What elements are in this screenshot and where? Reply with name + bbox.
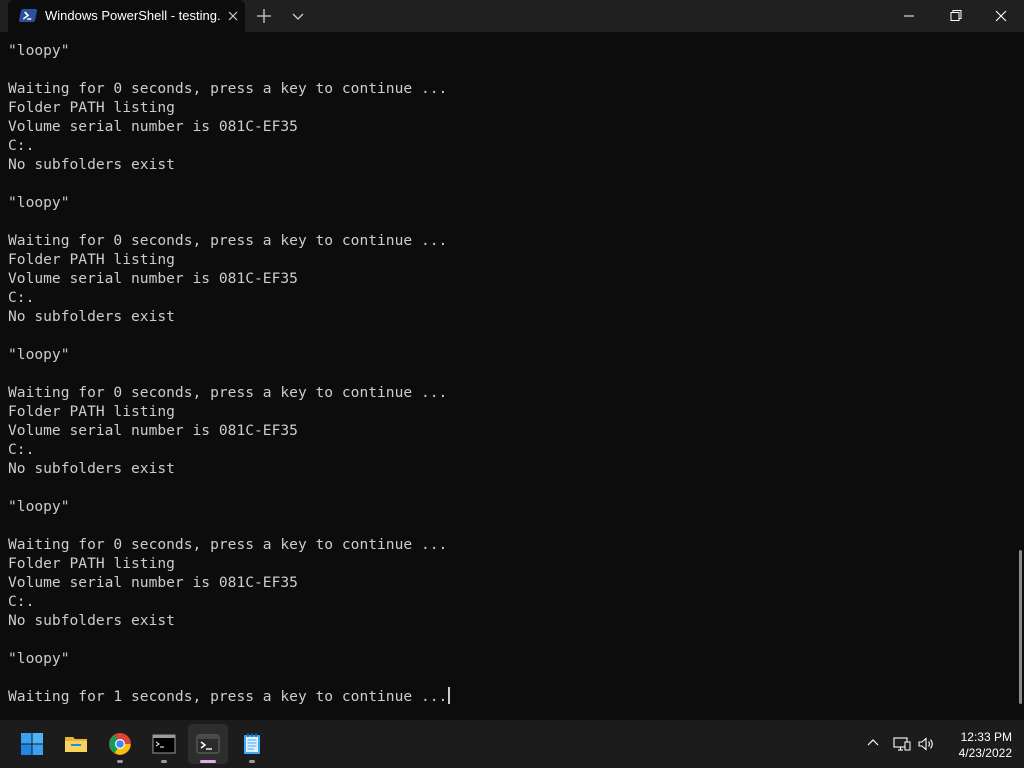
- taskbar-chrome[interactable]: [100, 724, 140, 764]
- chrome-icon: [109, 733, 131, 755]
- windows-start-icon: [21, 733, 43, 755]
- terminal-line: Waiting for 0 seconds, press a key to co…: [8, 535, 450, 554]
- start-button[interactable]: [12, 724, 52, 764]
- terminal-line: Volume serial number is 081C-EF35: [8, 117, 450, 136]
- folder-icon: [65, 737, 87, 752]
- terminal-line-text: "loopy": [8, 194, 70, 211]
- terminal-icon: [196, 734, 220, 754]
- terminal-line-text: Folder PATH listing: [8, 403, 175, 420]
- scrollbar-thumb[interactable]: [1019, 550, 1022, 704]
- terminal-line-text: Volume serial number is 081C-EF35: [8, 422, 298, 439]
- terminal-line: "loopy": [8, 649, 450, 668]
- terminal-line: Waiting for 0 seconds, press a key to co…: [8, 383, 450, 402]
- terminal-line: Folder PATH listing: [8, 402, 450, 421]
- maximize-button[interactable]: [932, 0, 978, 32]
- terminal-line-text: Waiting for 0 seconds, press a key to co…: [8, 536, 448, 553]
- terminal-line-text: Waiting for 0 seconds, press a key to co…: [8, 232, 448, 249]
- terminal-line: C:.: [8, 592, 450, 611]
- taskbar-notepad[interactable]: [232, 724, 272, 764]
- clock-time: 12:33 PM: [960, 730, 1012, 744]
- terminal-line-text: "loopy": [8, 650, 70, 667]
- terminal-line-text: No subfolders exist: [8, 156, 175, 173]
- terminal-line-text: No subfolders exist: [8, 460, 175, 477]
- active-indicator: [200, 760, 216, 763]
- terminal-line: No subfolders exist: [8, 307, 450, 326]
- close-button[interactable]: [978, 0, 1024, 32]
- terminal-line: "loopy": [8, 41, 450, 60]
- volume-icon[interactable]: [917, 734, 937, 754]
- clock-date: 4/23/2022: [958, 746, 1012, 760]
- terminal-line-text: "loopy": [8, 42, 70, 59]
- terminal-line-text: C:.: [8, 441, 35, 458]
- new-tab-button[interactable]: [253, 6, 275, 26]
- tab-powershell[interactable]: Windows PowerShell - testing.b: [8, 0, 245, 32]
- terminal-line: C:.: [8, 440, 450, 459]
- terminal-line: Volume serial number is 081C-EF35: [8, 269, 450, 288]
- terminal-line-text: C:.: [8, 137, 35, 154]
- terminal-line-text: Waiting for 0 seconds, press a key to co…: [8, 384, 448, 401]
- terminal-line: C:.: [8, 136, 450, 155]
- notepad-icon: [244, 733, 260, 754]
- tab-dropdown-chevron-icon[interactable]: [288, 7, 308, 25]
- running-indicator: [249, 760, 255, 763]
- cmd-icon: [152, 734, 176, 754]
- tab-title: Windows PowerShell - testing.b: [45, 8, 221, 23]
- terminal-output[interactable]: "loopy" Waiting for 0 seconds, press a ke…: [0, 32, 1024, 720]
- terminal-line-text: C:.: [8, 289, 35, 306]
- terminal-line-text: No subfolders exist: [8, 612, 175, 629]
- terminal-line: Waiting for 1 seconds, press a key to co…: [8, 687, 451, 706]
- terminal-line-text: "loopy": [8, 498, 70, 515]
- terminal-line: No subfolders exist: [8, 459, 450, 478]
- network-icon[interactable]: [892, 734, 912, 754]
- minimize-button[interactable]: [886, 0, 932, 32]
- powershell-icon: [18, 9, 38, 22]
- terminal-line-text: Folder PATH listing: [8, 99, 175, 116]
- terminal-line: Waiting for 0 seconds, press a key to co…: [8, 231, 450, 250]
- terminal-line: Folder PATH listing: [8, 250, 450, 269]
- title-bar[interactable]: Windows PowerShell - testing.b: [0, 0, 1024, 32]
- terminal-line-text: Waiting for 0 seconds, press a key to co…: [8, 80, 448, 97]
- taskbar-file-explorer[interactable]: [56, 724, 96, 764]
- terminal-line-text: No subfolders exist: [8, 308, 175, 325]
- terminal-line-text: Folder PATH listing: [8, 251, 175, 268]
- terminal-line: "loopy": [8, 193, 450, 212]
- terminal-line: No subfolders exist: [8, 155, 450, 174]
- terminal-lines: "loopy" Waiting for 0 seconds, press a ke…: [8, 41, 451, 706]
- terminal-line: Folder PATH listing: [8, 554, 450, 573]
- terminal-line: "loopy": [8, 497, 450, 516]
- terminal-line-text: Volume serial number is 081C-EF35: [8, 270, 298, 287]
- tab-close-icon[interactable]: [224, 7, 242, 25]
- terminal-line-text: C:.: [8, 593, 35, 610]
- terminal-line: Folder PATH listing: [8, 98, 450, 117]
- terminal-line: "loopy": [8, 345, 450, 364]
- terminal-line-text: Folder PATH listing: [8, 555, 175, 572]
- terminal-line: Volume serial number is 081C-EF35: [8, 573, 450, 592]
- terminal-line: Volume serial number is 081C-EF35: [8, 421, 450, 440]
- terminal-line-text: Volume serial number is 081C-EF35: [8, 574, 298, 591]
- chevron-up-icon[interactable]: [864, 734, 882, 752]
- taskbar-clock[interactable]: 12:33 PM 4/23/2022: [942, 729, 1012, 761]
- terminal-line: C:.: [8, 288, 450, 307]
- terminal-line-text: Volume serial number is 081C-EF35: [8, 118, 298, 135]
- terminal-line: No subfolders exist: [8, 611, 450, 630]
- taskbar-windows-terminal[interactable]: [188, 724, 228, 764]
- running-indicator: [161, 760, 167, 763]
- text-cursor: [448, 687, 451, 704]
- running-indicator: [117, 760, 123, 763]
- terminal-line-text: "loopy": [8, 346, 70, 363]
- terminal-line-text: Waiting for 1 seconds, press a key to co…: [8, 688, 448, 705]
- taskbar-command-prompt[interactable]: [144, 724, 184, 764]
- terminal-line: Waiting for 0 seconds, press a key to co…: [8, 79, 450, 98]
